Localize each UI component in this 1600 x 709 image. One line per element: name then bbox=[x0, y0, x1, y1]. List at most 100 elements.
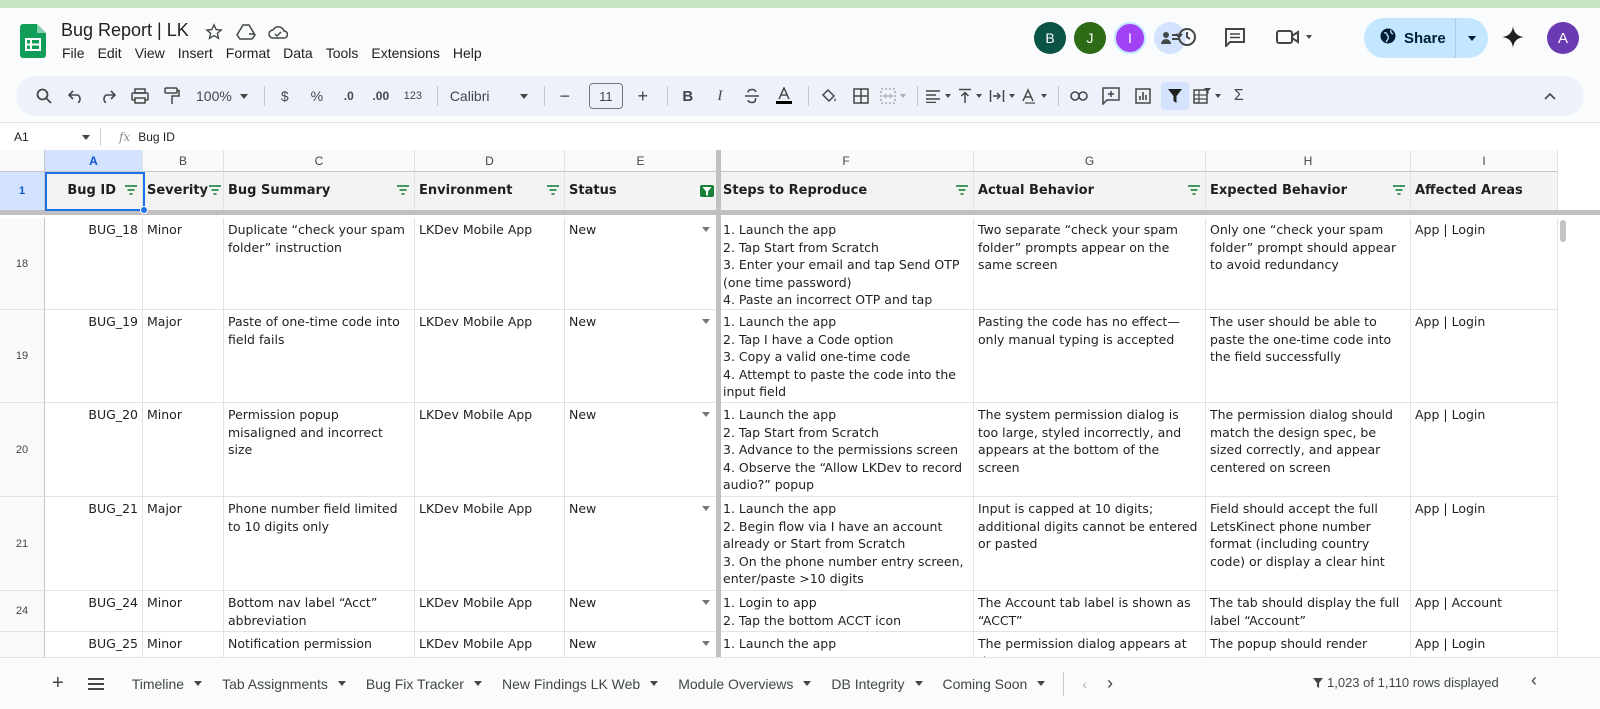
header-cell-steps-to-reproduce[interactable]: Steps to Reproduce bbox=[719, 172, 974, 211]
menu-format[interactable]: Format bbox=[226, 45, 277, 61]
merge-cells-icon[interactable] bbox=[879, 82, 907, 110]
filter-views-icon[interactable] bbox=[1193, 82, 1221, 110]
paint-format-icon[interactable] bbox=[158, 82, 186, 110]
header-cell-status[interactable]: Status bbox=[565, 172, 719, 211]
status-dropdown-chevron-icon[interactable] bbox=[702, 227, 710, 232]
insert-comment-icon[interactable] bbox=[1097, 82, 1125, 110]
collaborator-avatar-j[interactable]: J bbox=[1074, 22, 1106, 54]
gemini-sparkle-icon[interactable] bbox=[1502, 26, 1524, 53]
status-dropdown[interactable]: New bbox=[565, 310, 719, 403]
cell-env[interactable]: LKDev Mobile App bbox=[415, 497, 565, 591]
cell-areas[interactable]: App | Account bbox=[1411, 591, 1558, 632]
filter-icon[interactable] bbox=[208, 185, 222, 197]
column-header-a[interactable]: A bbox=[45, 150, 143, 172]
collaborator-avatar-b[interactable]: B bbox=[1034, 22, 1066, 54]
collapse-toolbar-icon[interactable] bbox=[1536, 82, 1564, 110]
collaborator-avatar-i[interactable]: I bbox=[1114, 22, 1146, 54]
cell-summary[interactable]: Bottom nav label “Acct” abbreviation bbox=[224, 591, 415, 632]
text-wrapping-icon[interactable] bbox=[988, 82, 1016, 110]
explore-panel-chevron-icon[interactable]: ‹ bbox=[1531, 670, 1537, 691]
horizontal-align-icon[interactable] bbox=[924, 82, 952, 110]
header-cell-severity[interactable]: Severity bbox=[143, 172, 224, 211]
cell-actual[interactable]: Input is capped at 10 digits; additional… bbox=[974, 497, 1206, 591]
frozen-row-divider[interactable] bbox=[0, 210, 1600, 215]
text-rotation-icon[interactable] bbox=[1020, 82, 1048, 110]
vertical-align-icon[interactable] bbox=[956, 82, 984, 110]
menu-file[interactable]: File bbox=[62, 45, 92, 61]
filter-icon[interactable] bbox=[1392, 185, 1406, 197]
cell-expected[interactable]: Field should accept the full LetsKinect … bbox=[1206, 497, 1411, 591]
vertical-scrollbar-thumb[interactable] bbox=[1560, 220, 1566, 242]
status-dropdown[interactable]: New bbox=[565, 591, 719, 632]
header-cell-expected-behavior[interactable]: Expected Behavior bbox=[1206, 172, 1411, 211]
filter-icon[interactable] bbox=[1187, 185, 1201, 197]
formula-input[interactable]: Bug ID bbox=[138, 130, 175, 144]
status-dropdown[interactable]: New bbox=[565, 218, 719, 310]
meet-call-icon[interactable] bbox=[1276, 29, 1312, 45]
fill-handle[interactable] bbox=[140, 206, 148, 214]
cell-summary[interactable]: Paste of one-time code into field fails bbox=[224, 310, 415, 403]
move-to-drive-icon[interactable] bbox=[236, 22, 256, 42]
cell-expected[interactable]: The user should be able to paste the one… bbox=[1206, 310, 1411, 403]
column-header-d[interactable]: D bbox=[415, 150, 565, 172]
sheet-tab-module-overviews[interactable]: Module Overviews bbox=[668, 666, 821, 702]
cell-actual[interactable]: Pasting the code has no effect—only manu… bbox=[974, 310, 1206, 403]
insert-link-icon[interactable] bbox=[1065, 82, 1093, 110]
cell-actual[interactable]: The system permission dialog is too larg… bbox=[974, 403, 1206, 497]
status-dropdown-chevron-icon[interactable] bbox=[702, 506, 710, 511]
cell-actual[interactable]: Two separate “check your spam folder” pr… bbox=[974, 218, 1206, 310]
column-header-b[interactable]: B bbox=[143, 150, 224, 172]
status-dropdown-chevron-icon[interactable] bbox=[702, 319, 710, 324]
menu-view[interactable]: View bbox=[135, 45, 172, 61]
status-dropdown-chevron-icon[interactable] bbox=[702, 641, 710, 646]
version-history-icon[interactable] bbox=[1175, 26, 1197, 53]
filter-icon[interactable] bbox=[396, 185, 410, 197]
sheet-tab-new-findings-lk-web[interactable]: New Findings LK Web bbox=[492, 666, 668, 702]
undo-icon[interactable] bbox=[62, 82, 90, 110]
menu-insert[interactable]: Insert bbox=[178, 45, 220, 61]
cell-id[interactable]: BUG_19 bbox=[45, 310, 143, 403]
share-options-caret-icon[interactable] bbox=[1456, 18, 1488, 58]
add-sheet-icon[interactable]: + bbox=[0, 666, 84, 702]
cell-actual[interactable]: The Account tab label is shown as “ACCT” bbox=[974, 591, 1206, 632]
menu-data[interactable]: Data bbox=[283, 45, 320, 61]
functions-icon[interactable]: Σ bbox=[1225, 82, 1253, 110]
search-menus-icon[interactable] bbox=[30, 82, 58, 110]
currency-format-button[interactable]: $ bbox=[271, 82, 299, 110]
column-header-e[interactable]: E bbox=[565, 150, 717, 172]
row-header[interactable]: 20 bbox=[0, 403, 45, 497]
status-dropdown-chevron-icon[interactable] bbox=[702, 412, 710, 417]
sheet-tab-coming-soon[interactable]: Coming Soon bbox=[933, 666, 1056, 702]
select-all-corner[interactable] bbox=[0, 150, 45, 172]
account-avatar[interactable]: A bbox=[1547, 22, 1579, 54]
status-dropdown[interactable]: New bbox=[565, 497, 719, 591]
strikethrough-icon[interactable] bbox=[738, 82, 766, 110]
cell-id[interactable]: BUG_24 bbox=[45, 591, 143, 632]
row-header[interactable]: 21 bbox=[0, 497, 45, 591]
spreadsheet-grid[interactable]: A B C D E F G H I 1 Bug ID Severity Bug Summary Envir… bbox=[0, 150, 1600, 670]
menu-extensions[interactable]: Extensions bbox=[371, 45, 446, 61]
cell-severity[interactable]: Major bbox=[143, 310, 224, 403]
status-dropdown-chevron-icon[interactable] bbox=[702, 600, 710, 605]
cell-id[interactable]: BUG_20 bbox=[45, 403, 143, 497]
text-color-icon[interactable] bbox=[770, 82, 798, 110]
cell-summary[interactable]: Phone number field limited to 10 digits … bbox=[224, 497, 415, 591]
cell-summary[interactable]: Duplicate “check your spam folder” instr… bbox=[224, 218, 415, 310]
zoom-select[interactable]: 100% bbox=[190, 82, 254, 110]
column-header-g[interactable]: G bbox=[974, 150, 1206, 172]
italic-button[interactable]: I bbox=[706, 82, 734, 110]
cell-areas[interactable]: App | Login bbox=[1411, 218, 1558, 310]
sheet-tab-db-integrity[interactable]: DB Integrity bbox=[821, 666, 932, 702]
cell-id[interactable]: BUG_18 bbox=[45, 218, 143, 310]
font-size-input[interactable]: 11 bbox=[588, 83, 623, 109]
cell-steps[interactable]: 1. Launch the app 2. Tap Start from Scrat… bbox=[719, 403, 974, 497]
cell-severity[interactable]: Minor bbox=[143, 591, 224, 632]
sheet-tab-timeline[interactable]: Timeline bbox=[122, 666, 212, 702]
filter-icon[interactable] bbox=[1160, 82, 1189, 110]
row-header[interactable]: 19 bbox=[0, 310, 45, 403]
sheet-tab-tab-assignments[interactable]: Tab Assignments bbox=[212, 666, 356, 702]
cell-env[interactable]: LKDev Mobile App bbox=[415, 218, 565, 310]
star-icon[interactable] bbox=[204, 22, 224, 42]
column-header-f[interactable]: F bbox=[719, 150, 974, 172]
borders-icon[interactable] bbox=[847, 82, 875, 110]
